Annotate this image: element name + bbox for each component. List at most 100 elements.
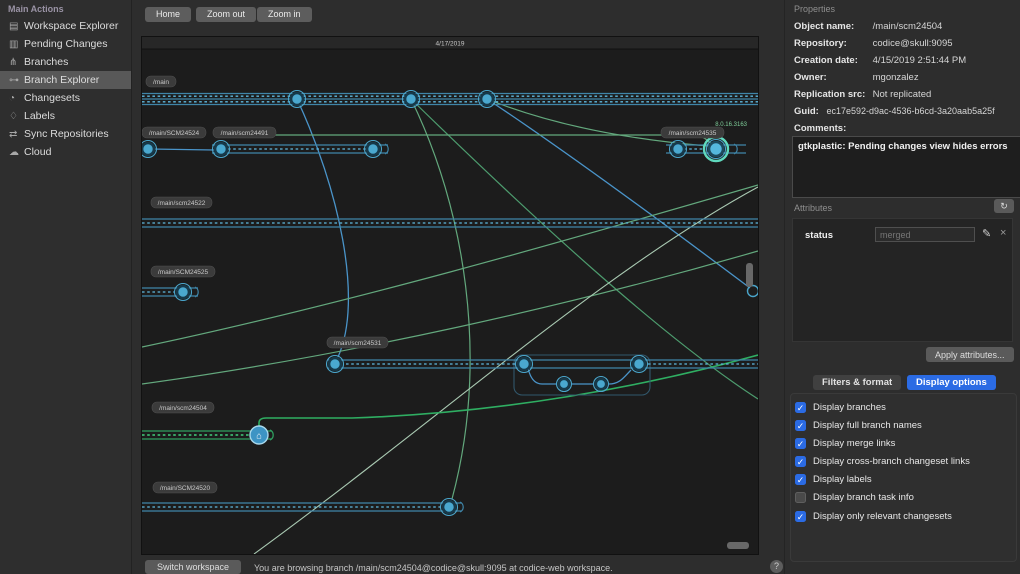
changeset-node [173,282,193,302]
branch-explorer-canvas[interactable]: 4/17/2019 ⌂ /main /main/SCM24524 /main/s… [141,36,759,555]
changeset-node [514,354,534,374]
branch-diagram: 4/17/2019 ⌂ /main /main/SCM24524 /main/s… [142,37,758,554]
branch-label-scm24491[interactable]: /main/scm24491 [212,126,277,139]
option-display-branches[interactable]: Display branches [795,400,886,414]
changeset-node [142,139,158,159]
comments-box[interactable]: gtkplastic: Pending changes view hides e… [792,136,1020,198]
checkbox-icon[interactable] [795,401,806,413]
refresh-attributes-button[interactable]: ↻ [994,199,1014,213]
branch-label-scm24535[interactable]: /main/scm24535 [660,126,725,139]
properties-panel: Properties Object name: /main/scm24504 R… [784,0,1020,574]
svg-text:/main/scm24535: /main/scm24535 [669,130,717,137]
branch-rail-main[interactable] [142,92,758,106]
branch-rail-scm24520[interactable] [142,501,464,513]
attribute-name: status [805,230,833,241]
changeset-node [401,89,421,109]
cloud-icon: ☁ [9,146,19,158]
changeset-node [325,354,345,374]
home-icon: ⌂ [256,431,261,441]
edge-changeset-node [746,284,758,298]
status-bar: Switch workspace You are browsing branch… [132,556,784,574]
branch-label-scm24525[interactable]: /main/SCM24525 [150,265,216,278]
option-display-merge-links[interactable]: Display merge links [795,436,895,450]
sync-repositories-icon: ⇄ [9,128,18,140]
date-header: 4/17/2019 [436,41,465,48]
branch-rail-scm24531[interactable] [328,354,758,396]
delete-attribute-icon[interactable]: × [1000,227,1006,239]
branch-label-scm24522[interactable]: /main/scm24522 [150,196,213,209]
labels-icon: ♢ [9,110,18,122]
option-display-only-relevant-changesets[interactable]: Display only relevant changesets [795,509,952,523]
properties-header: Properties [794,4,836,14]
svg-text:/main/scm24522: /main/scm24522 [158,200,206,207]
option-display-full-branch-names[interactable]: Display full branch names [795,418,922,432]
attribute-value-input[interactable] [875,227,975,242]
sidebar-item-pending-changes[interactable]: ▥ Pending Changes [0,35,131,53]
branches-icon: ⋔ [9,56,18,68]
vertical-scrollbar-thumb[interactable] [746,263,753,287]
property-row: Replication src: Not replicated [794,89,932,100]
replication-src-value: Not replicated [872,89,932,100]
svg-text:/main/SCM24525: /main/SCM24525 [158,269,209,276]
switch-workspace-button[interactable]: Switch workspace [145,560,242,574]
branch-label-scm24520[interactable]: /main/SCM24520 [152,481,218,494]
sidebar-item-sync-repositories[interactable]: ⇄ Sync Repositories [0,125,131,143]
changeset-node [439,497,459,517]
sidebar-item-workspace-explorer[interactable]: ▤ Workspace Explorer [0,17,131,35]
branch-label-scm24504[interactable]: /main/scm24504 [151,401,215,414]
changesets-icon: ◔ [9,92,16,104]
option-display-labels[interactable]: Display labels [795,472,872,486]
help-icon[interactable]: ? [770,560,783,573]
changeset-node [287,89,307,109]
changeset-nodes[interactable]: ⌂ [142,89,758,517]
refresh-icon: ↻ [1000,200,1008,211]
changeset-node [211,139,231,159]
status-message: You are browsing branch /main/scm24504@c… [254,563,613,573]
sidebar-item-cloud[interactable]: ☁ Cloud [0,143,131,161]
branch-label-main[interactable]: /main [145,75,177,88]
zoom-out-button[interactable]: Zoom out [196,7,257,22]
owner-value: mgonzalez [872,72,919,83]
sidebar-item-branches[interactable]: ⋔ Branches [0,53,131,71]
sidebar-header: Main Actions [8,4,64,14]
horizontal-scrollbar-thumb[interactable] [727,542,749,549]
attributes-box: status ✎ × [792,218,1013,342]
checkbox-icon[interactable] [795,473,806,485]
svg-text:/main/scm24491: /main/scm24491 [221,130,269,137]
sidebar: Main Actions ▤ Workspace Explorer ▥ Pend… [0,0,132,574]
sidebar-item-labels[interactable]: ♢ Labels [0,107,131,125]
checkbox-icon[interactable] [795,491,806,503]
home-button[interactable]: Home [145,7,192,22]
checkbox-icon[interactable] [795,437,806,449]
property-row: Creation date: 4/15/2019 2:51:44 PM [794,55,967,66]
edit-attribute-icon[interactable]: ✎ [982,227,991,240]
option-display-branch-task-info[interactable]: Display branch task info [795,490,914,504]
tab-filters-format[interactable]: Filters & format [813,375,902,390]
branch-rail-scm24524[interactable] [149,143,389,155]
svg-text:/main: /main [153,79,169,86]
tab-display-options[interactable]: Display options [907,375,996,390]
sidebar-item-branch-explorer[interactable]: ⊶ Branch Explorer [0,71,131,89]
comments-label: Comments: [794,123,847,134]
property-row: Owner: mgonzalez [794,72,919,83]
merge-links [142,98,758,554]
sidebar-item-changesets[interactable]: ◔ Changesets [0,89,131,107]
workspace-explorer-icon: ▤ [9,20,19,32]
checkbox-icon[interactable] [795,510,806,522]
guid-value: ec17e592-d9ac-4536-b6cd-3a20aab5a25f [826,106,995,116]
property-row: Guid: ec17e592-d9ac-4536-b6cd-3a20aab5a2… [794,106,995,117]
svg-text:/main/scm24504: /main/scm24504 [159,405,207,412]
apply-attributes-button[interactable]: Apply attributes... [926,347,1014,362]
zoom-in-button[interactable]: Zoom in [257,7,312,22]
branch-label-scm24524[interactable]: /main/SCM24524 [142,126,207,139]
checkbox-icon[interactable] [795,419,806,431]
pending-changes-icon: ▥ [9,38,19,50]
comments-text: gtkplastic: Pending changes view hides e… [798,141,1008,152]
property-row: Repository: codice@skull:9095 [794,38,953,49]
checkbox-icon[interactable] [795,455,806,467]
selected-changeset-node [702,135,730,163]
property-row: Object name: /main/scm24504 [794,21,943,32]
branch-label-scm24531[interactable]: /main/scm24531 [326,336,389,349]
creation-date-value: 4/15/2019 2:51:44 PM [872,55,967,66]
option-display-cross-branch-changeset-links[interactable]: Display cross-branch changeset links [795,454,970,468]
